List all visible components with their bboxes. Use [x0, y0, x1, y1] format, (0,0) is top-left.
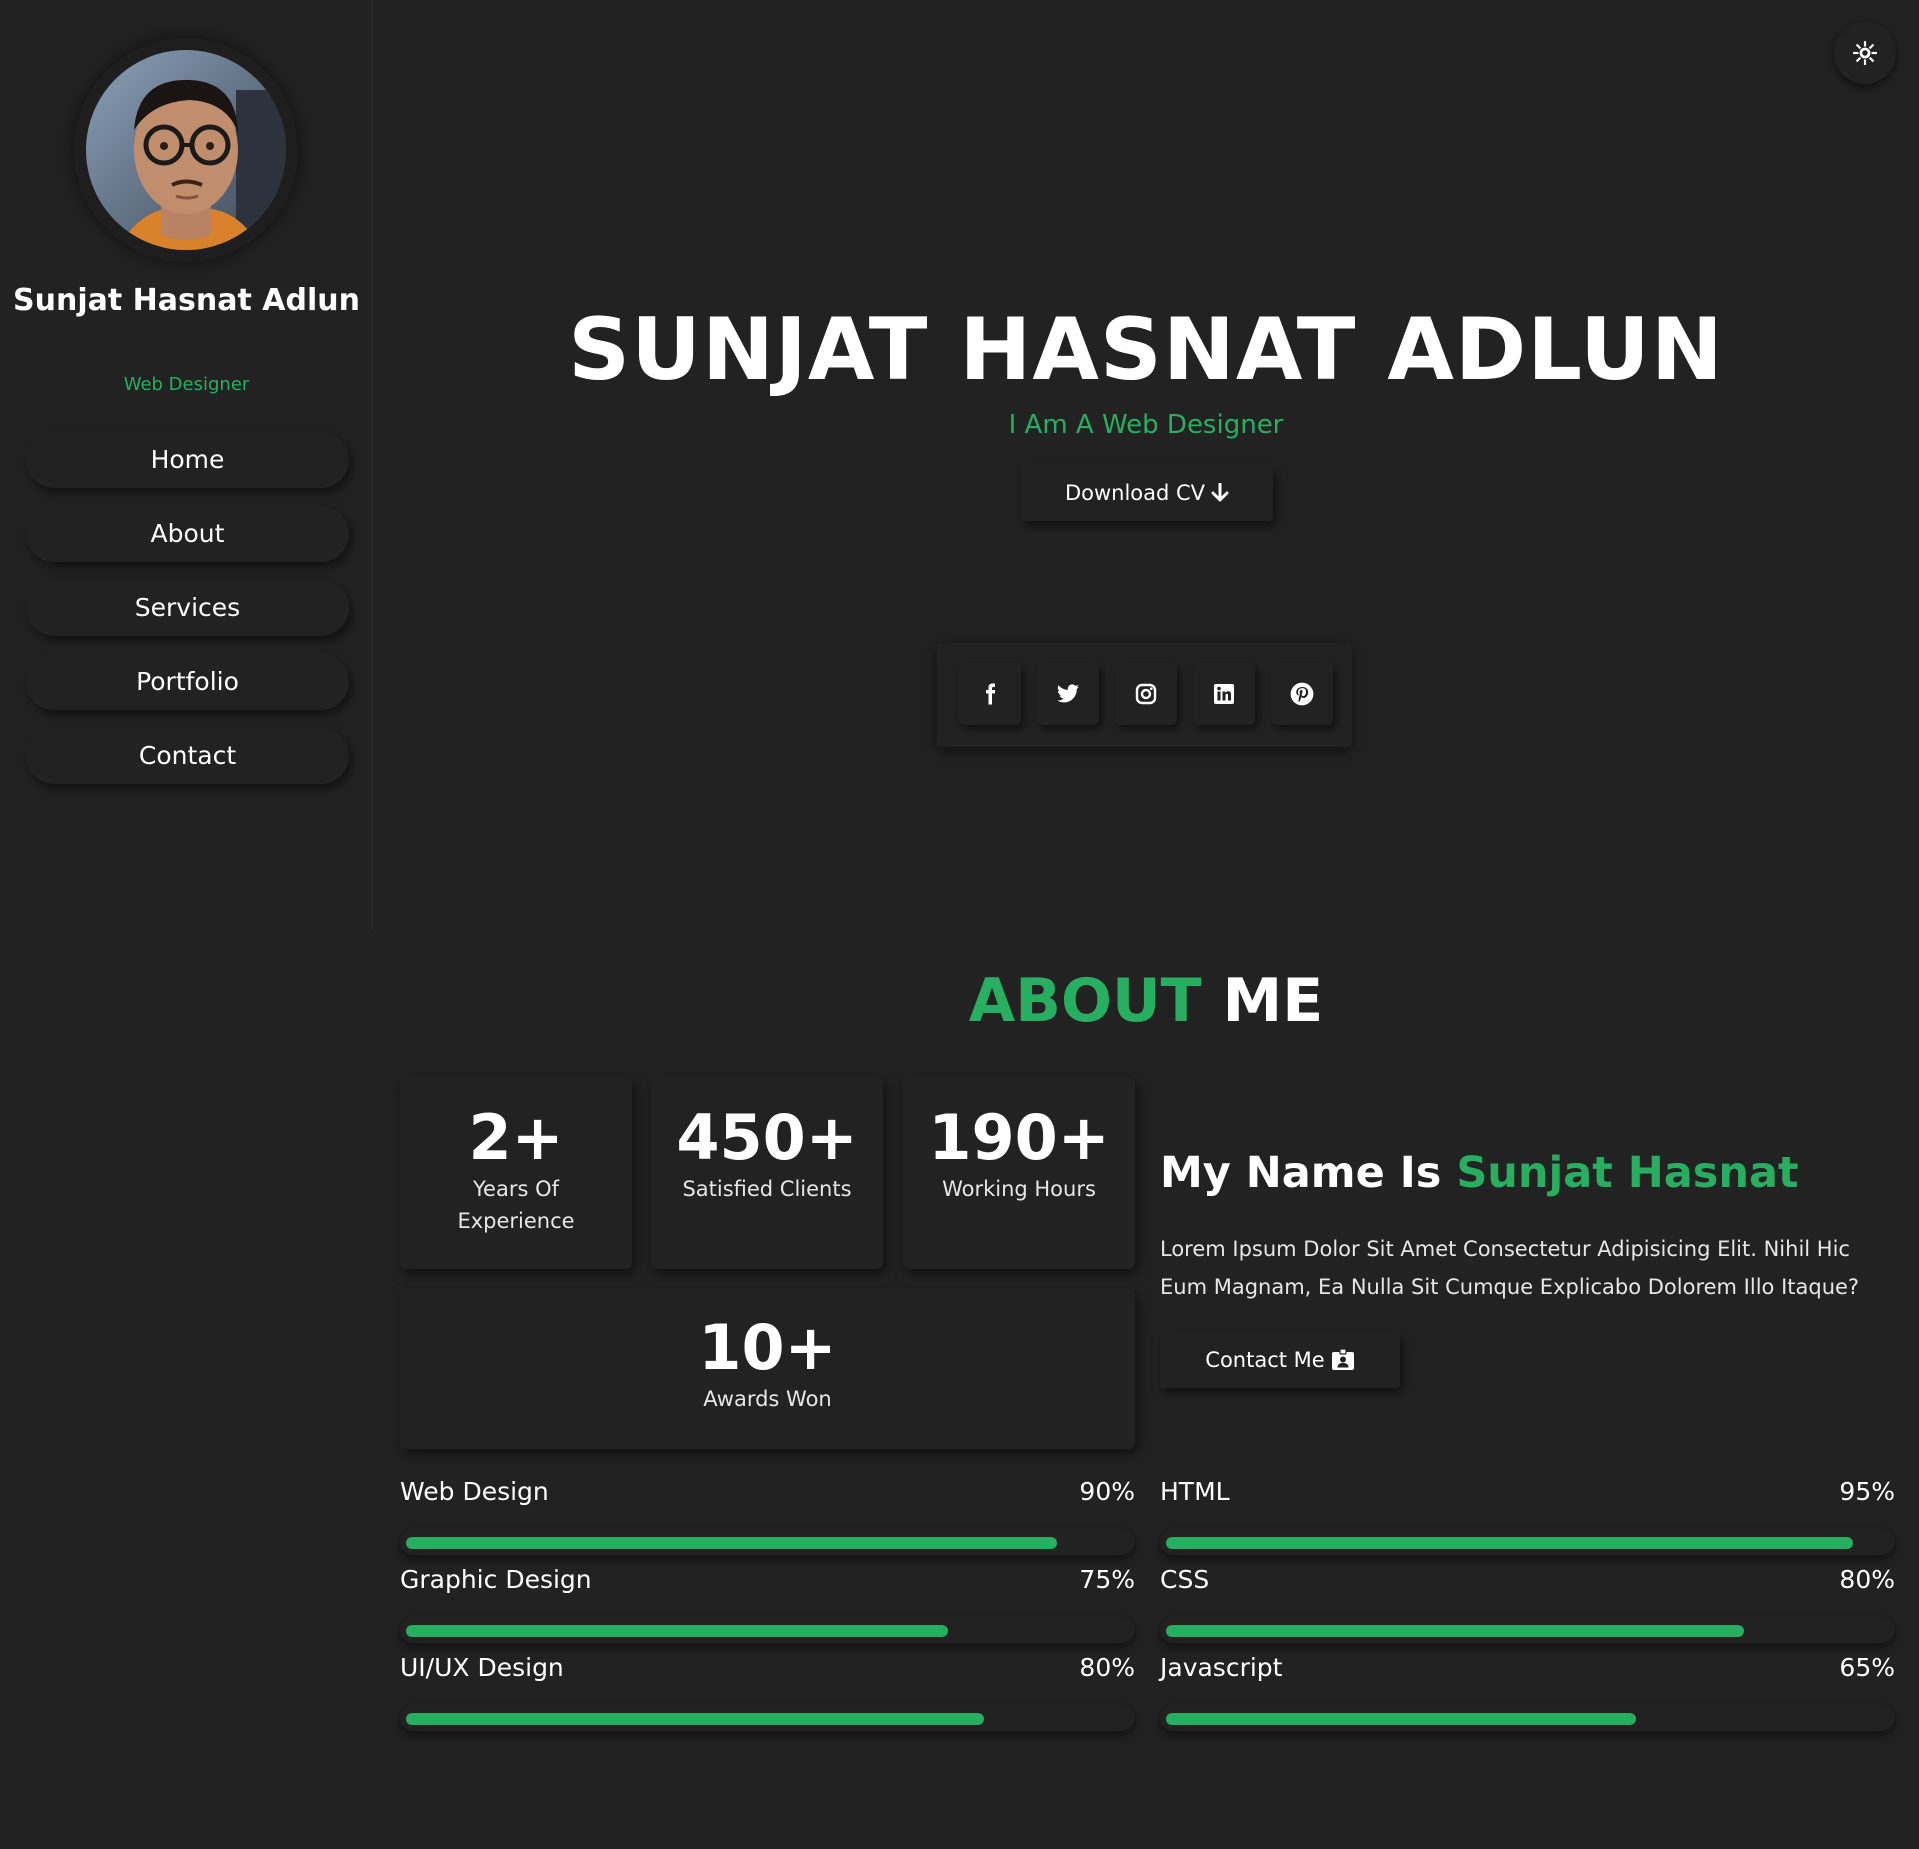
skill-css: CSS 80% [1160, 1565, 1895, 1643]
skill-bar [1160, 1705, 1895, 1731]
about-title: ABOUT ME [373, 966, 1919, 1036]
about-title-rest: ME [1222, 966, 1324, 1036]
skill-percent: 90% [1079, 1477, 1135, 1506]
skill-name: Web Design [400, 1477, 549, 1506]
stat-number: 10+ [698, 1311, 837, 1384]
instagram-icon [1135, 683, 1157, 705]
intro-text: Lorem Ipsum Dolor Sit Amet Consectetur A… [1160, 1237, 1860, 1299]
intro-heading-name: Sunjat Hasnat [1456, 1148, 1799, 1198]
skill-uiux-design: UI/UX Design 80% [400, 1653, 1135, 1731]
skill-percent: 95% [1839, 1477, 1895, 1506]
skill-bar [400, 1617, 1135, 1643]
avatar-frame [74, 38, 298, 262]
skill-bar [400, 1529, 1135, 1555]
intro-heading-prefix: My Name Is [1160, 1148, 1442, 1198]
sidebar-name: Sunjat Hasnat Adlun [13, 283, 360, 318]
skill-bar-fill [1166, 1713, 1636, 1725]
stat-number: 450+ [676, 1101, 858, 1174]
stat-card-clients: 450+ Satisfied Clients [651, 1077, 883, 1269]
skill-bar-fill [406, 1713, 985, 1725]
twitter-button[interactable] [1037, 663, 1099, 725]
intro-heading: My Name Is Sunjat Hasnat [1160, 1148, 1799, 1198]
skill-percent: 80% [1079, 1653, 1135, 1682]
skill-name: Javascript [1160, 1653, 1283, 1682]
stat-label: Awards Won [703, 1387, 832, 1411]
skill-bar [1160, 1617, 1895, 1643]
nav-services[interactable]: Services [26, 580, 349, 636]
facebook-button[interactable] [959, 663, 1021, 725]
linkedin-button[interactable] [1193, 663, 1255, 725]
skill-bar-fill [1166, 1537, 1853, 1549]
twitter-icon [1057, 684, 1079, 703]
stat-card-experience: 2+ Years Of Experience [400, 1077, 632, 1269]
stat-number: 190+ [928, 1101, 1110, 1174]
stat-card-hours: 190+ Working Hours [903, 1077, 1135, 1269]
contact-me-label: Contact Me [1205, 1348, 1325, 1372]
skill-bar-fill [406, 1625, 949, 1637]
about-title-accent: ABOUT [968, 966, 1202, 1036]
stat-card-awards: 10+ Awards Won [400, 1289, 1135, 1449]
stat-label: Years Of Experience [457, 1177, 575, 1233]
stat-number: 2+ [468, 1101, 564, 1174]
download-cv-label: Download CV [1064, 481, 1206, 505]
sidebar-nav: Home About Services Portfolio Contact [26, 432, 349, 802]
sidebar-role: Web Designer [123, 374, 250, 395]
skill-bar [400, 1705, 1135, 1731]
facebook-icon [986, 683, 996, 705]
hero-subtitle: I Am A Web Designer [1008, 410, 1284, 440]
contact-me-button[interactable]: Contact Me [1160, 1332, 1400, 1388]
skill-name: UI/UX Design [400, 1653, 564, 1682]
skill-bar-fill [1166, 1625, 1745, 1637]
instagram-button[interactable] [1115, 663, 1177, 725]
skill-web-design: Web Design 90% [400, 1477, 1135, 1555]
nav-about[interactable]: About [26, 506, 349, 562]
theme-toggle-button[interactable] [1834, 22, 1896, 84]
pinterest-button[interactable] [1271, 663, 1333, 725]
stat-label: Satisfied Clients [682, 1177, 852, 1201]
social-links [937, 643, 1352, 747]
nav-contact[interactable]: Contact [26, 728, 349, 784]
hero-title: SUNJAT HASNAT ADLUN [568, 300, 1724, 400]
skill-bar-fill [406, 1537, 1057, 1549]
skill-percent: 75% [1079, 1565, 1135, 1594]
download-cv-button[interactable]: Download CV [1021, 465, 1273, 521]
skill-name: Graphic Design [400, 1565, 592, 1594]
pinterest-icon [1290, 682, 1314, 706]
nav-home[interactable]: Home [26, 432, 349, 488]
avatar [86, 50, 286, 250]
skill-percent: 65% [1839, 1653, 1895, 1682]
skill-javascript: Javascript 65% [1160, 1653, 1895, 1731]
arrow-down-icon [1211, 483, 1229, 502]
skill-name: CSS [1160, 1565, 1210, 1594]
sidebar: Sunjat Hasnat Adlun Web Designer Home Ab… [0, 0, 373, 930]
skill-name: HTML [1160, 1477, 1230, 1506]
sun-icon [1853, 41, 1877, 65]
linkedin-icon [1214, 684, 1234, 704]
skill-html: HTML 95% [1160, 1477, 1895, 1555]
stat-label: Working Hours [942, 1177, 1096, 1201]
id-card-icon [1331, 1349, 1354, 1370]
nav-portfolio[interactable]: Portfolio [26, 654, 349, 710]
skill-bar [1160, 1529, 1895, 1555]
skill-graphic-design: Graphic Design 75% [400, 1565, 1135, 1643]
skill-percent: 80% [1839, 1565, 1895, 1594]
